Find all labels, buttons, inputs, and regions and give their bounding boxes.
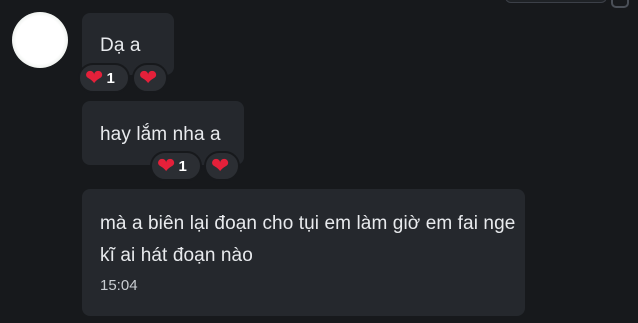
window-icon[interactable] [611,0,629,8]
avatar[interactable] [12,12,68,68]
reaction-heart-count[interactable]: ❤ 1 [150,151,202,181]
reaction-count: 1 [178,157,187,175]
reaction-count: 1 [106,69,115,87]
add-heart-reaction[interactable]: ❤ [204,151,240,181]
message-text: Dạ a [100,35,141,56]
header-tab[interactable] [505,0,607,3]
reaction-heart-count[interactable]: ❤ 1 [78,63,130,93]
heart-icon: ❤ [157,153,176,178]
heart-icon: ❤ [211,153,230,178]
message-text: mà a biên lại đoạn cho tụi em làm giờ em… [100,213,516,266]
heart-icon: ❤ [139,65,158,90]
message-timestamp: 15:04 [100,277,138,294]
chat-view: Dạ a ❤ 1 ❤ hay lắm nha a ❤ 1 ❤ mà a biên… [0,0,638,323]
add-heart-reaction[interactable]: ❤ [132,63,168,93]
heart-icon: ❤ [85,65,104,90]
message-bubble[interactable]: mà a biên lại đoạn cho tụi em làm giờ em… [82,189,525,316]
message-text: hay lắm nha a [100,124,221,145]
